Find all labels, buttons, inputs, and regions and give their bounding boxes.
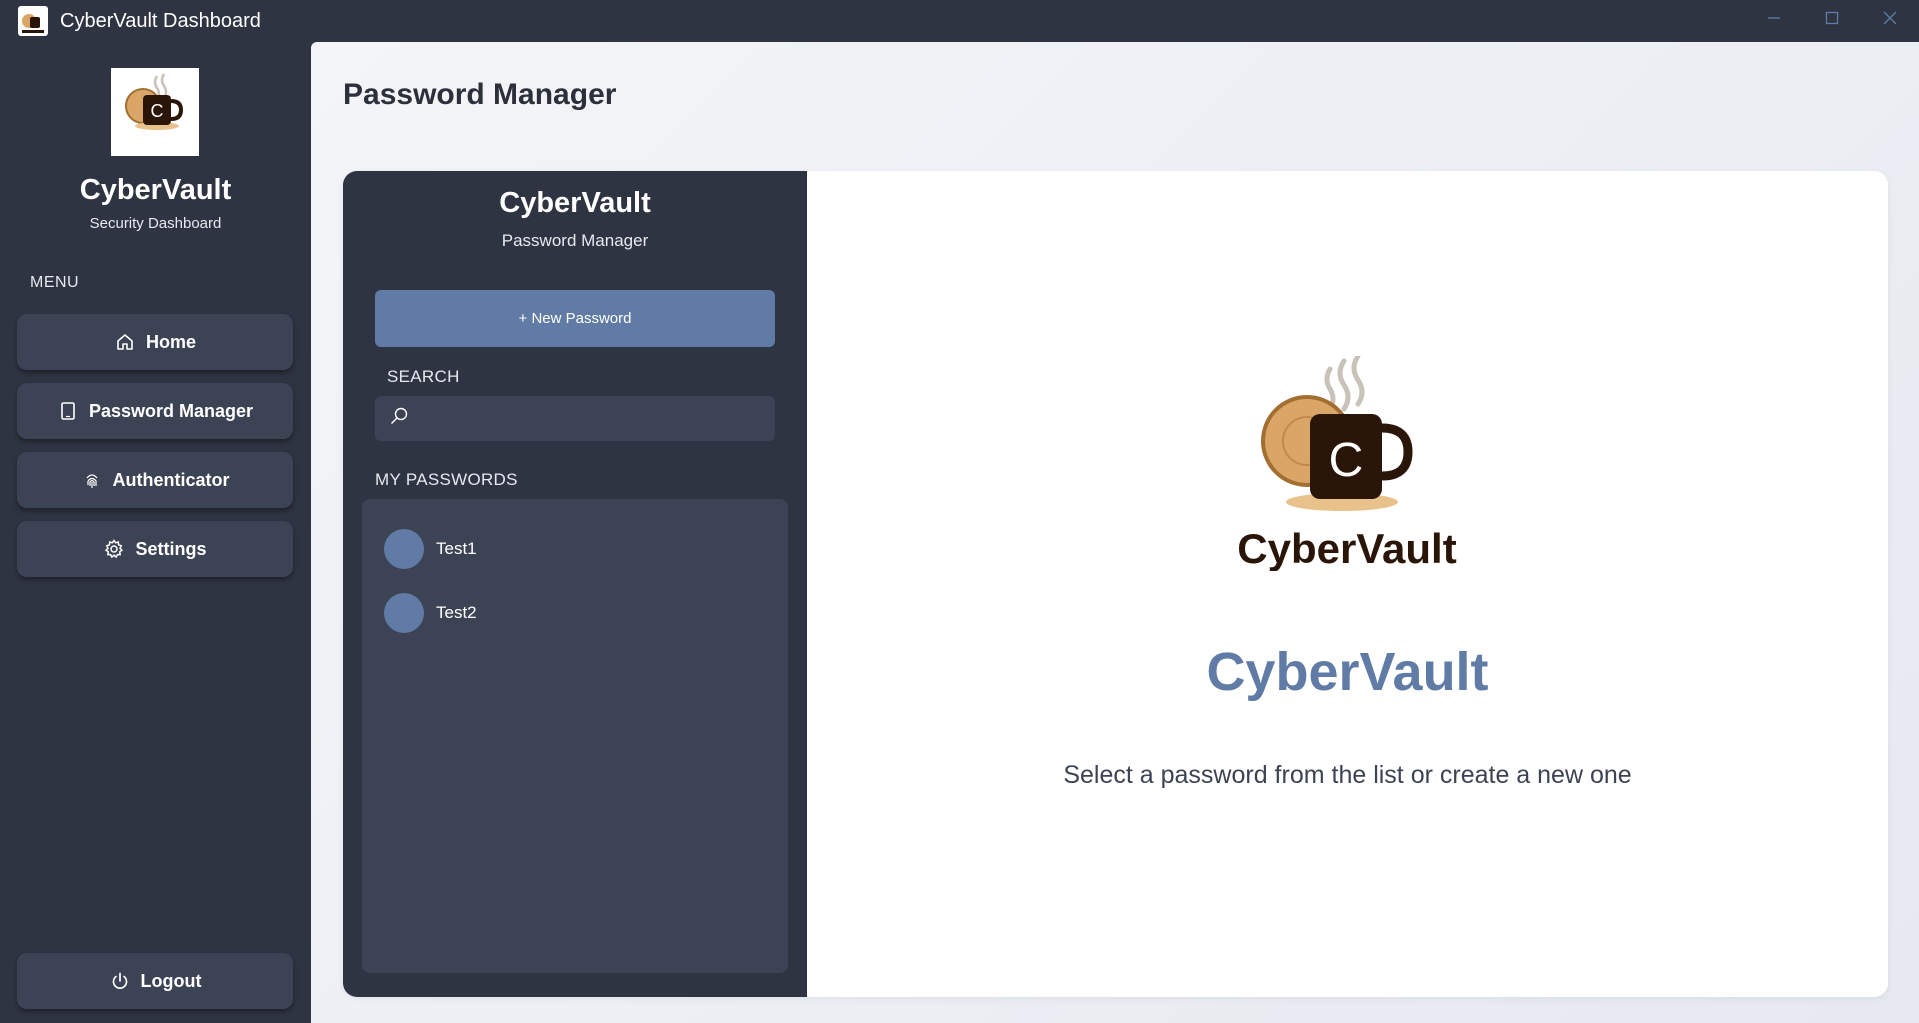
- tablet-icon: [57, 400, 79, 422]
- cybervault-logo-icon: C: [125, 73, 184, 130]
- avatar: [384, 529, 424, 569]
- panel-title: CyberVault: [499, 187, 651, 219]
- nav-authenticator-button[interactable]: Authenticator: [17, 452, 293, 508]
- empty-state-hint: Select a password from the list or creat…: [1063, 761, 1632, 789]
- cybervault-logo-icon: C CyberVault: [1237, 356, 1457, 571]
- detail-brand: CyberVault: [1206, 642, 1489, 702]
- page-title: Password Manager: [343, 78, 617, 111]
- nav-home-button[interactable]: Home: [17, 314, 293, 370]
- menu-label: MENU: [30, 274, 80, 291]
- maximize-button[interactable]: [1803, 0, 1861, 36]
- minimize-button[interactable]: [1745, 0, 1803, 36]
- password-list-item[interactable]: Test1: [362, 517, 788, 581]
- search-icon: [389, 406, 409, 431]
- password-list-panel: CyberVault Password Manager + New Passwo…: [343, 171, 807, 997]
- nav-password-manager-label: Password Manager: [88, 400, 254, 421]
- search-box[interactable]: [375, 396, 775, 441]
- maximize-icon: [1825, 11, 1839, 25]
- gear-icon: [103, 538, 125, 560]
- app-logo-icon: [18, 6, 48, 36]
- nav-home-label: Home: [145, 331, 196, 352]
- nav-settings-label: Settings: [135, 538, 207, 559]
- detail-panel: C CyberVault CyberVault Select a passwor…: [807, 171, 1888, 997]
- avatar: [384, 593, 424, 633]
- password-list-item[interactable]: Test2: [362, 581, 788, 645]
- password-item-label: Test2: [436, 603, 477, 622]
- svg-text:CyberVault: CyberVault: [1237, 525, 1456, 571]
- title-bar: CyberVault Dashboard: [0, 0, 1919, 42]
- my-passwords-label: MY PASSWORDS: [375, 470, 518, 489]
- logout-button[interactable]: Logout: [17, 953, 293, 1009]
- power-icon: [109, 970, 131, 992]
- home-icon: [114, 331, 136, 353]
- logout-label: Logout: [140, 970, 202, 991]
- password-list: Test1 Test2: [362, 499, 788, 973]
- main-content: Password Manager CyberVault Password Man…: [311, 42, 1919, 1023]
- svg-text:C: C: [1329, 434, 1364, 487]
- password-item-label: Test1: [436, 539, 477, 558]
- nav-settings-button[interactable]: Settings: [17, 521, 293, 577]
- search-label: SEARCH: [387, 367, 460, 386]
- search-input[interactable]: [419, 396, 775, 441]
- fingerprint-icon: [81, 469, 103, 491]
- sidebar: C CyberVault Security Dashboard MENU Hom…: [0, 42, 311, 1023]
- window-title: CyberVault Dashboard: [60, 9, 261, 32]
- sidebar-brand: CyberVault: [79, 174, 232, 206]
- close-button[interactable]: [1861, 0, 1919, 36]
- sidebar-subtitle: Security Dashboard: [89, 215, 222, 232]
- password-manager-card: CyberVault Password Manager + New Passwo…: [343, 171, 1888, 997]
- minimize-icon: [1768, 17, 1780, 19]
- new-password-button[interactable]: + New Password: [375, 290, 775, 347]
- sidebar-logo: C: [111, 68, 199, 156]
- nav-authenticator-label: Authenticator: [112, 469, 230, 490]
- svg-text:C: C: [151, 101, 164, 121]
- window-controls: [1745, 0, 1919, 36]
- panel-subtitle: Password Manager: [501, 231, 649, 250]
- close-icon: [1883, 11, 1897, 25]
- nav-password-manager-button[interactable]: Password Manager: [17, 383, 293, 439]
